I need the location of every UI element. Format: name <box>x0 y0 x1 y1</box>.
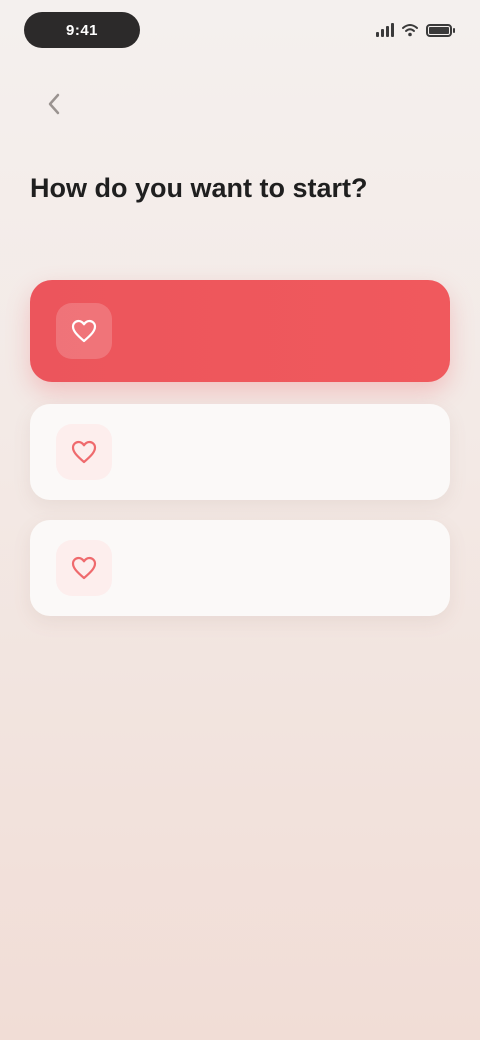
status-icons <box>376 20 455 40</box>
option-icon <box>56 424 112 480</box>
option-icon <box>56 303 112 359</box>
heart-icon <box>71 319 97 343</box>
battery-icon <box>426 23 455 37</box>
back-button[interactable] <box>36 86 72 122</box>
heart-icon <box>71 440 97 464</box>
status-bar: 9:41 <box>0 0 480 60</box>
option-text <box>128 448 424 456</box>
heart-icon <box>71 556 97 580</box>
option-text <box>128 564 424 572</box>
page-title: How do you want to start? <box>30 173 368 203</box>
status-time: 9:41 <box>24 12 140 48</box>
option-text <box>128 327 424 335</box>
option-card[interactable] <box>30 520 450 616</box>
wifi-icon <box>402 24 418 37</box>
option-card-selected[interactable] <box>30 280 450 382</box>
signal-icon <box>376 23 394 37</box>
option-card[interactable] <box>30 404 450 500</box>
chevron-left-icon <box>48 93 60 115</box>
option-icon <box>56 540 112 596</box>
